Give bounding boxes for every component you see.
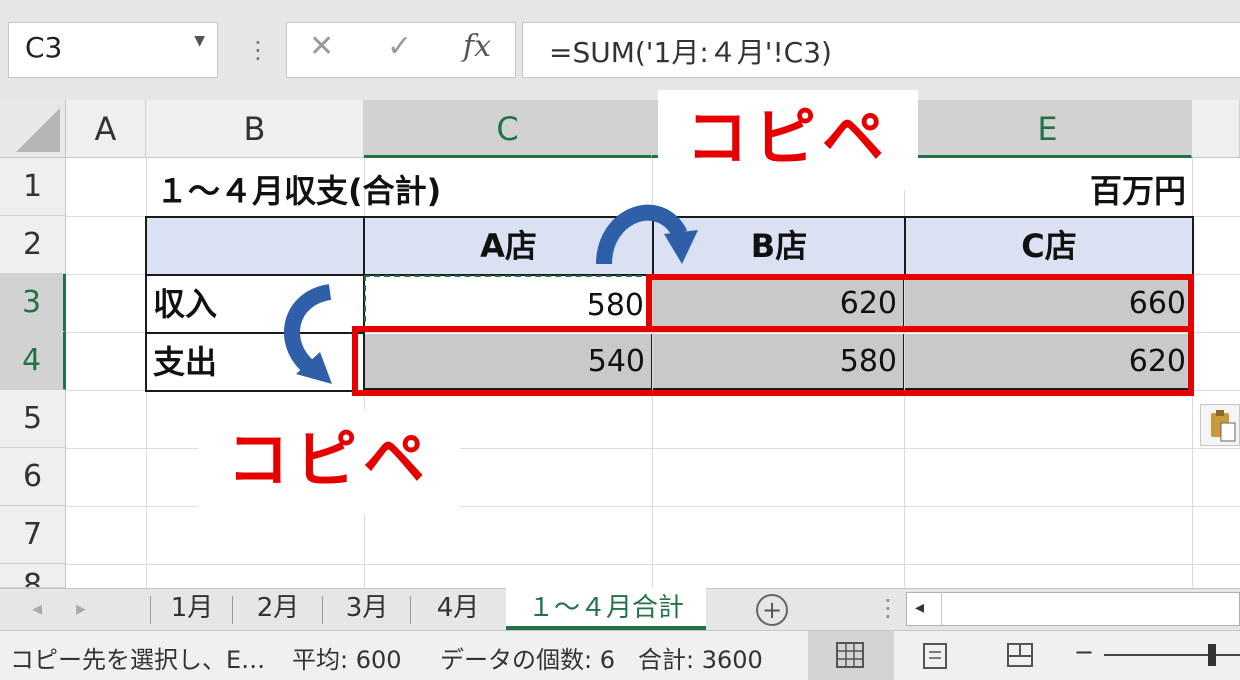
formula-text: =SUM('1月:４月'!C3) — [549, 36, 832, 69]
status-message: コピー先を選択し、E… — [10, 646, 266, 674]
column-header-c[interactable]: C — [364, 100, 652, 158]
copy-paste-callout-bottom: コピペ — [198, 410, 460, 514]
formula-buttons: ✕ ✓ fx — [286, 22, 516, 78]
grid-icon — [836, 642, 864, 668]
header-cell-empty[interactable] — [145, 216, 365, 276]
check-icon[interactable]: ✓ — [387, 29, 412, 64]
column-header-a[interactable]: A — [66, 100, 146, 158]
row-header-7[interactable]: 7 — [0, 506, 66, 564]
column-header-f[interactable] — [1192, 100, 1240, 158]
clipboard-icon — [1211, 410, 1236, 442]
tab-separator — [150, 596, 151, 624]
row-header-2[interactable]: 2 — [0, 216, 66, 274]
page-break-preview-icon[interactable] — [1006, 642, 1034, 668]
normal-view-button[interactable] — [808, 631, 894, 680]
status-count[interactable]: データの個数: 6 — [440, 640, 615, 675]
copy-paste-callout-top: コピペ — [658, 90, 918, 190]
more-options-icon[interactable]: ⋮ — [876, 594, 900, 622]
tab-april[interactable]: 4月 — [412, 588, 504, 630]
scrollbar-divider — [941, 593, 942, 625]
row-header-6[interactable]: 6 — [0, 448, 66, 506]
formula-input[interactable]: =SUM('1月:４月'!C3) — [522, 22, 1240, 78]
header-cell-c-store[interactable]: C店 — [904, 216, 1194, 276]
add-sheet-icon[interactable]: + — [756, 594, 788, 626]
tab-february[interactable]: 2月 — [234, 588, 322, 630]
column-header-b[interactable]: B — [146, 100, 364, 158]
tab-separator — [232, 596, 233, 624]
row-header-8[interactable]: 8 — [0, 564, 66, 588]
status-average[interactable]: 平均: 600 — [292, 640, 402, 675]
horizontal-scrollbar[interactable]: ◂ — [906, 592, 1240, 626]
highlight-box-expense — [352, 326, 1194, 396]
cell-income-a[interactable]: 580 — [364, 275, 652, 332]
tab-separator — [410, 596, 411, 624]
name-box[interactable]: C3 ▼ — [8, 22, 218, 78]
scroll-left-icon[interactable]: ◂ — [32, 596, 42, 620]
tab-jan-apr-total[interactable]: １～４月合計 — [506, 588, 706, 630]
curved-arrow-down-icon — [284, 284, 332, 384]
cancel-icon[interactable]: ✕ — [309, 29, 334, 64]
row-header-1[interactable]: 1 — [0, 158, 66, 216]
highlight-box-income — [646, 274, 1194, 332]
paste-options-button[interactable] — [1200, 404, 1240, 446]
zoom-slider-thumb[interactable] — [1208, 644, 1216, 666]
row-header-3[interactable]: 3 — [0, 274, 66, 332]
zoom-out-icon[interactable]: − — [1074, 638, 1094, 666]
tab-separator — [322, 596, 323, 624]
gridline — [66, 564, 1240, 565]
tab-january[interactable]: 1月 — [152, 588, 232, 630]
row-header-4[interactable]: 4 — [0, 332, 66, 390]
scroll-right-icon[interactable]: ▸ — [76, 596, 86, 620]
curved-arrow-right-icon — [596, 204, 698, 265]
page-layout-icon[interactable] — [922, 642, 948, 670]
tab-march[interactable]: 3月 — [324, 588, 410, 630]
column-header-e[interactable]: E — [904, 100, 1192, 158]
select-all-triangle-icon — [16, 108, 60, 152]
insert-function-icon[interactable]: fx — [463, 29, 491, 64]
unit-label[interactable]: 百万円 — [1060, 166, 1186, 212]
zoom-slider[interactable] — [1104, 654, 1240, 656]
row-header-5[interactable]: 5 — [0, 390, 66, 448]
chevron-down-icon[interactable]: ▼ — [194, 33, 205, 49]
sheet-title[interactable]: １～４月収支(合計) — [156, 166, 441, 212]
scroll-left-arrow-icon[interactable]: ◂ — [915, 597, 924, 618]
name-box-value: C3 — [25, 31, 63, 64]
drag-handle-icon[interactable]: ⋮ — [246, 36, 270, 64]
status-sum[interactable]: 合計: 3600 — [638, 640, 763, 675]
